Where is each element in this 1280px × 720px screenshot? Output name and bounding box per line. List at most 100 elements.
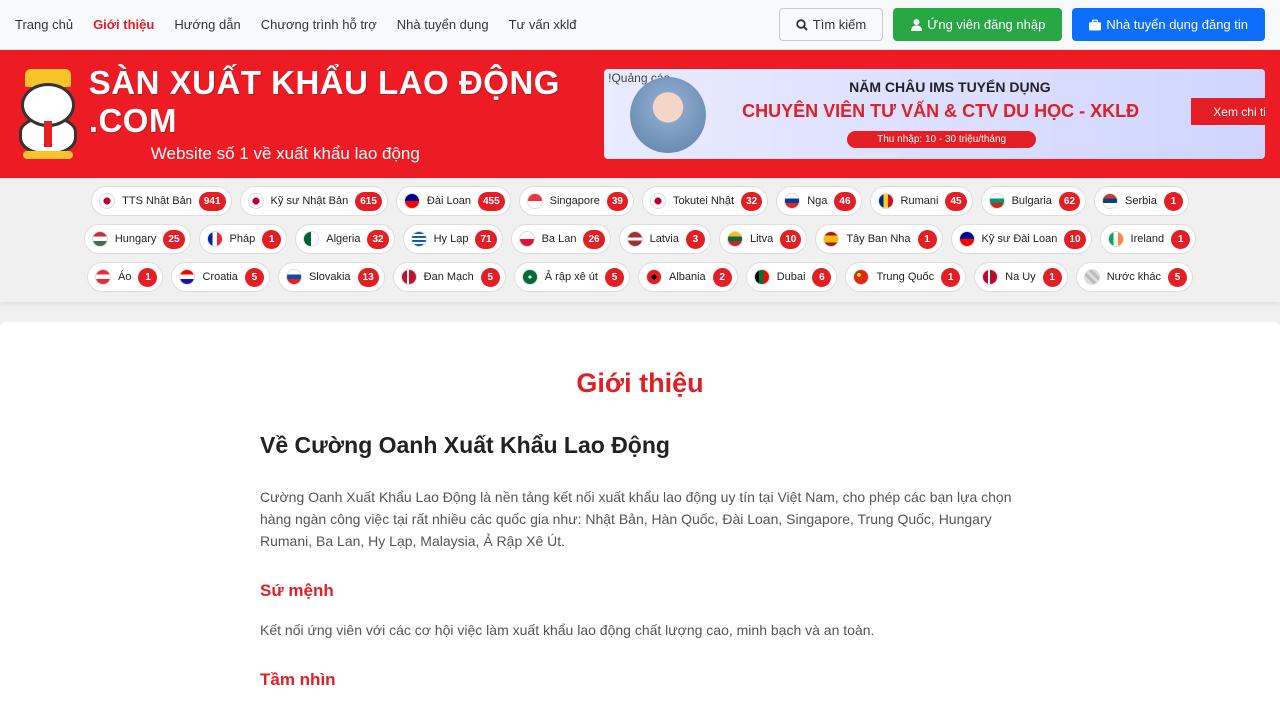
country-chip[interactable]: Tây Ban Nha 1	[815, 224, 943, 254]
flag-icon	[303, 231, 320, 247]
country-chip[interactable]: Singapore 39	[518, 186, 634, 216]
job-count-badge: 46	[834, 191, 856, 211]
flag-icon	[400, 269, 417, 285]
country-row: Hungary 25 Pháp 1 Algeria 32 Hy Lạp 71 Ba Lan 26 L…	[83, 224, 1197, 254]
country-chip[interactable]: Latvia 3	[618, 224, 711, 254]
nav-link-about[interactable]: Giới thiệu	[93, 17, 154, 32]
advertisement-banner[interactable]: !Quảng cáo NĂM CHÂU IMS TUYỂN DỤNG CHUYÊ…	[604, 69, 1265, 159]
flag-icon	[99, 193, 116, 209]
flag-icon	[526, 193, 543, 209]
flag-icon	[247, 193, 264, 209]
country-name: Đan Mạch	[423, 271, 474, 283]
country-chip[interactable]: Algeria 32	[295, 224, 395, 254]
job-count-badge: 941	[198, 191, 226, 211]
job-count-badge: 1	[138, 267, 158, 287]
country-chip[interactable]: Kỹ sư Nhật Bản 615	[239, 186, 388, 216]
country-filter-list: TTS Nhật Bản 941 Kỹ sư Nhật Bản 615 Đài Loan…	[0, 178, 1280, 302]
nav-link-guide[interactable]: Hướng dẫn	[174, 17, 240, 32]
flag-icon	[285, 269, 302, 285]
country-chip[interactable]: Ả rập xê út 5	[513, 262, 630, 292]
country-chip[interactable]: Đài Loan 455	[395, 186, 511, 216]
main-content: Giới thiệu Về Cường Oanh Xuất Khẩu Lao Đ…	[0, 322, 1280, 720]
country-chip[interactable]: Litva 10	[718, 224, 808, 254]
nav-link-home[interactable]: Trang chủ	[15, 17, 73, 32]
country-chip[interactable]: Hy Lạp 71	[402, 224, 503, 254]
nav-actions: Tìm kiếm Ứng viên đăng nhập Nhà tuyển dụ…	[778, 8, 1265, 41]
ad-headline: NĂM CHÂU IMS TUYỂN DỤNG	[849, 79, 1051, 95]
country-chip[interactable]: Kỹ sư Đài Loan 10	[950, 224, 1092, 254]
flag-icon	[91, 231, 108, 247]
flag-icon	[988, 193, 1005, 209]
country-chip[interactable]: Rumani 45	[869, 186, 973, 216]
country-name: Pháp	[229, 233, 256, 245]
country-chip[interactable]: Dubai 6	[745, 262, 838, 292]
country-name: Na Uy	[1005, 271, 1036, 283]
flag-icon	[626, 231, 643, 247]
job-count-badge: 62	[1058, 191, 1081, 211]
country-chip[interactable]: Serbia 1	[1094, 186, 1189, 216]
ad-cta-button[interactable]: Xem chi tiết	[1191, 98, 1265, 125]
logo-title: SÀN XUẤT KHẨU LAO ĐỘNG .COM	[88, 64, 560, 139]
country-chip[interactable]: Trung Quốc 1	[845, 262, 967, 292]
country-name: Ba Lan	[541, 233, 577, 245]
country-name: Hy Lạp	[433, 233, 469, 245]
search-button[interactable]: Tìm kiếm	[778, 8, 884, 41]
flag-icon	[823, 231, 840, 247]
candidate-login-button[interactable]: Ứng viên đăng nhập	[893, 8, 1063, 41]
mission-heading: Sứ mệnh	[260, 581, 334, 600]
country-name: Albania	[668, 271, 706, 283]
candidate-login-label: Ứng viên đăng nhập	[927, 17, 1046, 32]
job-count-badge: 5	[1168, 267, 1187, 287]
country-chip[interactable]: Ireland 1	[1099, 224, 1197, 254]
nav-link-consulting[interactable]: Tư vấn xklđ	[509, 17, 577, 32]
country-chip[interactable]: Croatia 5	[171, 262, 270, 292]
country-chip[interactable]: Pháp 1	[198, 224, 288, 254]
country-chip[interactable]: Na Uy 1	[974, 262, 1068, 292]
country-chip[interactable]: Hungary 25	[83, 224, 191, 254]
flag-icon	[649, 193, 666, 209]
flag-icon	[179, 269, 196, 285]
nav-link-support-program[interactable]: Chương trình hỗ trợ	[261, 17, 377, 32]
country-name: Singapore	[549, 195, 600, 207]
flag-icon	[753, 269, 770, 285]
country-name: Đài Loan	[426, 195, 471, 207]
country-name: TTS Nhật Bản	[122, 195, 192, 207]
country-name: Croatia	[202, 271, 238, 283]
job-count-badge: 71	[475, 229, 497, 249]
job-count-badge: 32	[741, 191, 763, 211]
country-chip[interactable]: Đan Mạch 5	[392, 262, 506, 292]
flag-icon	[403, 193, 420, 209]
country-chip[interactable]: Bulgaria 62	[980, 186, 1087, 216]
job-count-badge: 1	[1042, 267, 1062, 287]
penguin-mascot-icon	[15, 69, 77, 159]
site-logo[interactable]: SÀN XUẤT KHẨU LAO ĐỘNG .COM Website số 1…	[15, 64, 604, 164]
country-chip[interactable]: TTS Nhật Bản 941	[91, 186, 232, 216]
flag-icon	[1107, 231, 1124, 247]
job-count-badge: 3	[685, 229, 705, 249]
country-chip[interactable]: Áo 1	[87, 262, 164, 292]
job-count-badge: 6	[812, 267, 832, 287]
country-chip[interactable]: Slovakia 13	[277, 262, 385, 292]
country-name: Hungary	[114, 233, 157, 245]
nav-link-employers[interactable]: Nhà tuyển dụng	[397, 17, 489, 32]
country-chip[interactable]: Ba Lan 26	[510, 224, 611, 254]
job-count-badge: 2	[712, 267, 732, 287]
mission-paragraph: Kết nối ứng viên với các cơ hội việc làm…	[260, 622, 875, 638]
country-name: Slovakia	[308, 271, 351, 283]
country-name: Nước khác	[1106, 271, 1161, 283]
job-count-badge: 615	[355, 191, 382, 211]
country-chip[interactable]: Tokutei Nhật 32	[641, 186, 769, 216]
country-name: Kỹ sư Đài Loan	[981, 233, 1058, 245]
job-count-badge: 26	[583, 229, 605, 249]
country-name: Trung Quốc	[876, 271, 935, 283]
job-count-badge: 1	[1171, 229, 1191, 249]
country-chip[interactable]: Albania 2	[637, 262, 738, 292]
section-heading: Về Cường Oanh Xuất Khẩu Lao Động	[260, 432, 670, 458]
job-count-badge: 32	[367, 229, 389, 249]
country-chip[interactable]: Nga 46	[776, 186, 862, 216]
country-name: Litva	[749, 233, 774, 245]
header-banner: SÀN XUẤT KHẨU LAO ĐỘNG .COM Website số 1…	[0, 50, 1280, 178]
country-chip[interactable]: Nước khác 5	[1075, 262, 1193, 292]
job-count-badge: 5	[604, 267, 624, 287]
employer-post-button[interactable]: Nhà tuyển dụng đăng tin	[1072, 8, 1265, 41]
